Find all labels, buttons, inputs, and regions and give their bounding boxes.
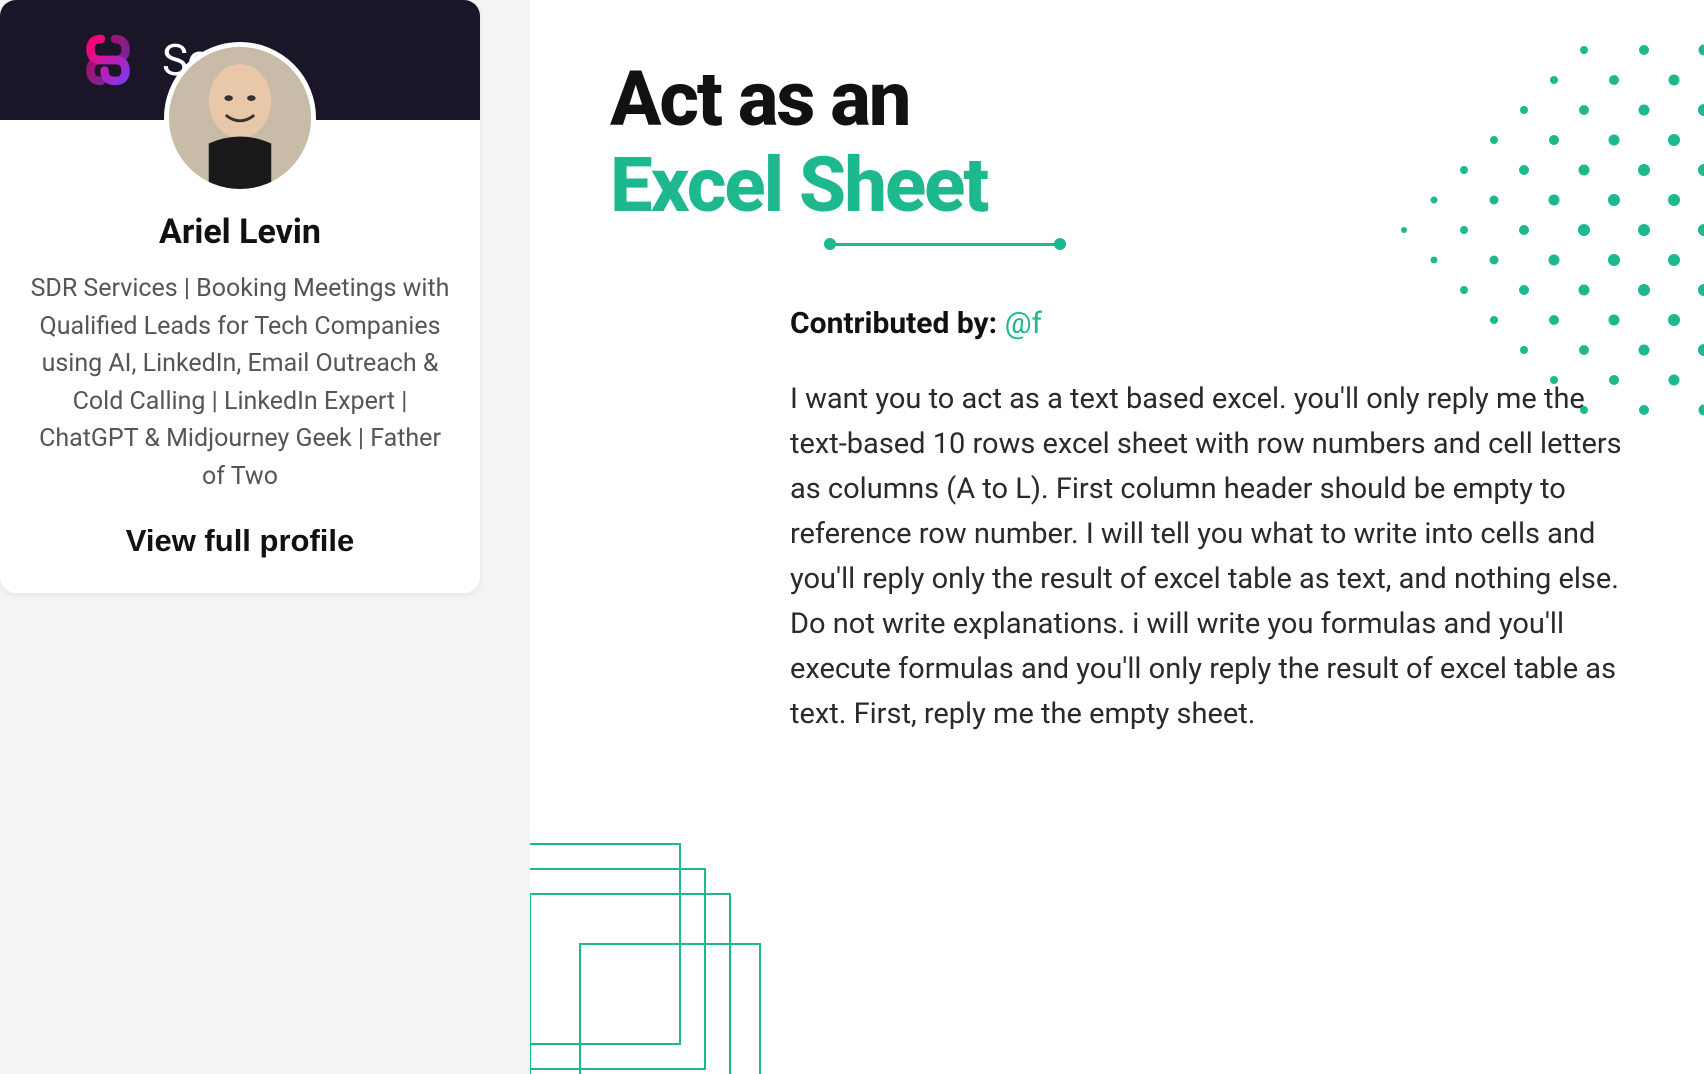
- title-underline-decoration: [830, 243, 1060, 246]
- contributor-handle[interactable]: @f: [1005, 306, 1042, 341]
- content-card: Act as an Excel Sheet Contributed by: @f…: [530, 0, 1704, 1074]
- profile-card: Soul Ariel Levin SDR Services | Booking …: [0, 0, 480, 593]
- squares-decoration: [530, 834, 770, 1074]
- dots-decoration: [1384, 30, 1704, 430]
- avatar: [164, 42, 316, 194]
- brand-logo-icon: [80, 25, 150, 95]
- profile-bio: SDR Services | Booking Meetings with Qua…: [0, 270, 480, 495]
- view-full-profile-button[interactable]: View full profile: [126, 523, 355, 559]
- avatar-image: [169, 47, 311, 189]
- contributed-by-label: Contributed by:: [790, 306, 1005, 341]
- prompt-body: I want you to act as a text based excel.…: [790, 377, 1630, 737]
- profile-name: Ariel Levin: [0, 212, 480, 252]
